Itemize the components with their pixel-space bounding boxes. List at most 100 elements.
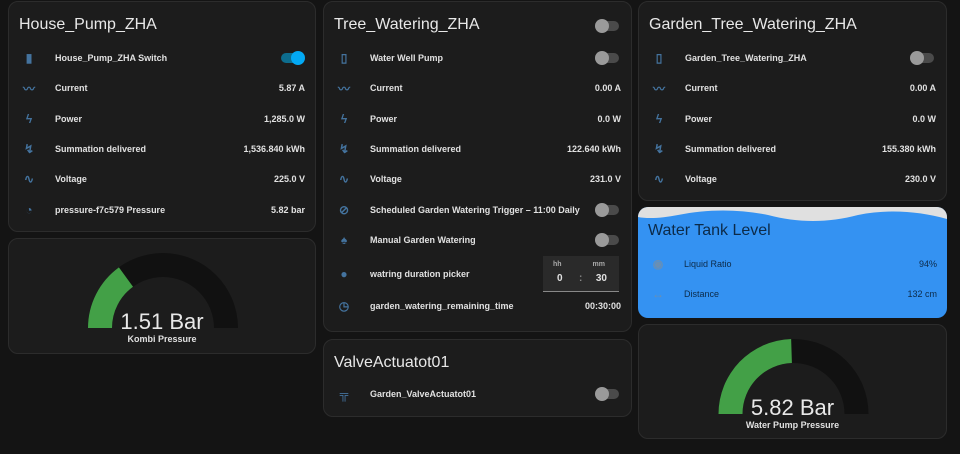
row-value: 230.0 V xyxy=(905,174,936,184)
toggle-switch[interactable] xyxy=(912,53,934,63)
row-label: Garden_ValveActuatot01 xyxy=(370,389,597,399)
row-label: House_Pump_ZHA Switch xyxy=(55,53,281,63)
entity-row[interactable]: ↯ Summation delivered155.380 kWh xyxy=(639,137,946,161)
row-value: 00:30:00 xyxy=(585,301,621,311)
toggle-switch[interactable] xyxy=(597,389,619,399)
entity-row[interactable]: ∿Voltage225.0 V xyxy=(9,167,315,191)
entity-row[interactable]: ◉ Liquid Ratio94% xyxy=(638,252,947,276)
entity-row[interactable]: ▯ Garden_Tree_Watering_ZHA xyxy=(639,46,946,70)
entity-row[interactable]: ●watring duration picker hh mm 0 : 30 xyxy=(324,262,631,286)
row-label: Current xyxy=(55,83,279,93)
entity-row[interactable]: ∿ Voltage230.0 V xyxy=(639,167,946,191)
hh-label: hh xyxy=(553,261,562,268)
row-label: Distance xyxy=(684,289,907,299)
card-title: Tree_Watering_ZHA xyxy=(334,16,480,34)
tree-watering-card: Tree_Watering_ZHA ▯ Water Well Pump 〰Curre… xyxy=(323,1,632,332)
tree-icon: ♠ xyxy=(336,233,352,247)
row-value: 0.00 A xyxy=(910,83,936,93)
row-label: Voltage xyxy=(370,174,590,184)
row-value: 0.0 W xyxy=(912,114,936,124)
entity-row[interactable]: 〰Current0.00 A xyxy=(324,76,631,100)
row-label: Current xyxy=(685,83,910,93)
row-label: Voltage xyxy=(685,174,905,184)
valve-card: ValveActuatot01 ╦ Garden_ValveActuatot01 xyxy=(323,339,632,417)
row-label: Summation delivered xyxy=(370,144,567,154)
row-value: 0.00 A xyxy=(595,83,621,93)
row-label: Power xyxy=(370,114,597,124)
row-label: Water Well Pump xyxy=(370,53,597,63)
card-title: House_Pump_ZHA xyxy=(19,16,157,34)
kombi-pressure-gauge-card[interactable]: 1.51 Bar Kombi Pressure xyxy=(8,238,316,354)
entity-row[interactable]: ϟ Power0.0 W xyxy=(639,107,946,131)
entity-row[interactable]: ↯ Summation delivered122.640 kWh xyxy=(324,137,631,161)
row-label: Manual Garden Watering xyxy=(370,235,597,245)
sine-wave-icon: ∿ xyxy=(651,172,667,186)
water-pump-pressure-gauge-card[interactable]: 5.82 Bar Water Pump Pressure xyxy=(638,324,947,439)
row-label: Liquid Ratio xyxy=(684,259,919,269)
lightning-icon: ↯ xyxy=(21,142,37,156)
watering-can-off-icon: ⊘ xyxy=(336,203,352,217)
row-label: Summation delivered xyxy=(685,144,882,154)
lightning-icon: ↯ xyxy=(336,142,352,156)
entity-row[interactable]: ◔pressure-f7c579 Pressure5.82 bar xyxy=(9,198,315,222)
row-value: 94% xyxy=(919,259,937,269)
row-value: 1,285.0 W xyxy=(264,114,305,124)
row-value: 122.640 kWh xyxy=(567,144,621,154)
toggle-switch[interactable] xyxy=(281,53,303,63)
entity-row[interactable]: ╦ Garden_ValveActuatot01 xyxy=(324,382,631,406)
entity-row[interactable]: ⊘Scheduled Garden Watering Trigger – 11:… xyxy=(324,198,631,222)
current-ac-icon: 〰 xyxy=(651,80,667,97)
row-value: 231.0 V xyxy=(590,174,621,184)
flash-icon: ϟ xyxy=(336,112,352,126)
entity-row[interactable]: ↯ Summation delivered1,536.840 kWh xyxy=(9,137,315,161)
mm-label: mm xyxy=(593,261,605,268)
row-label: Power xyxy=(55,114,264,124)
row-value: 132 cm xyxy=(907,289,937,299)
sine-wave-icon: ∿ xyxy=(336,172,352,186)
phone-switch-icon: ▯ xyxy=(336,51,352,65)
entity-row[interactable]: 〰 Current0.00 A xyxy=(639,76,946,100)
row-label: garden_watering_remaining_time xyxy=(370,301,585,311)
toggle-switch[interactable] xyxy=(597,205,619,215)
entity-row[interactable]: ▮ House_Pump_ZHA Switch xyxy=(9,46,315,70)
lightning-icon: ↯ xyxy=(651,142,667,156)
sine-wave-icon: ∿ xyxy=(21,172,37,186)
garden-tree-watering-card: Garden_Tree_Watering_ZHA ▯ Garden_Tree_Wa… xyxy=(638,1,947,201)
row-label: Power xyxy=(685,114,912,124)
water-tank-level-card[interactable]: Water Tank Level ◉ Liquid Ratio94% ↔ Distan… xyxy=(638,207,947,318)
flash-icon: ϟ xyxy=(651,112,667,126)
card-title: Water Tank Level xyxy=(648,222,771,240)
row-label: Garden_Tree_Watering_ZHA xyxy=(685,53,912,63)
hours-input[interactable]: 0 xyxy=(557,273,563,284)
row-value: 1,536.840 kWh xyxy=(243,144,305,154)
toggle-switch[interactable] xyxy=(597,53,619,63)
gauge-value: 1.51 Bar xyxy=(9,309,315,335)
gauge-name: Water Pump Pressure xyxy=(639,420,946,430)
card-title: Garden_Tree_Watering_ZHA xyxy=(649,16,857,34)
minutes-input[interactable]: 30 xyxy=(596,273,607,284)
duration-picker[interactable]: hh mm 0 : 30 xyxy=(543,256,619,292)
valve-icon: ╦ xyxy=(336,387,352,401)
gauge-name: Kombi Pressure xyxy=(9,334,315,344)
water-drop-icon: ● xyxy=(336,267,352,281)
entity-row[interactable]: ▯ Water Well Pump xyxy=(324,46,631,70)
arrow-horizontal-icon: ↔ xyxy=(650,287,666,301)
entity-row[interactable]: ϟ Power0.0 W xyxy=(324,107,631,131)
eye-icon: ◉ xyxy=(650,257,666,271)
row-value: 0.0 W xyxy=(597,114,621,124)
row-value: 155.380 kWh xyxy=(882,144,936,154)
entity-row[interactable]: 〰Current5.87 A xyxy=(9,76,315,100)
entity-row[interactable]: ϟPower1,285.0 W xyxy=(9,107,315,131)
row-label: Summation delivered xyxy=(55,144,243,154)
entity-row[interactable]: ↔ Distance132 cm xyxy=(638,282,947,306)
entity-row[interactable]: ♠ Manual Garden Watering xyxy=(324,228,631,252)
entity-row[interactable]: ◷garden_watering_remaining_time00:30:00 xyxy=(324,294,631,318)
current-ac-icon: 〰 xyxy=(336,80,352,97)
phone-switch-icon: ▯ xyxy=(651,51,667,65)
switch-icon: ▮ xyxy=(21,51,37,65)
entity-row[interactable]: ∿ Voltage231.0 V xyxy=(324,167,631,191)
row-label: pressure-f7c579 Pressure xyxy=(55,205,271,215)
card-title: ValveActuatot01 xyxy=(334,354,449,372)
toggle-switch[interactable] xyxy=(597,235,619,245)
header-toggle[interactable] xyxy=(597,21,619,31)
